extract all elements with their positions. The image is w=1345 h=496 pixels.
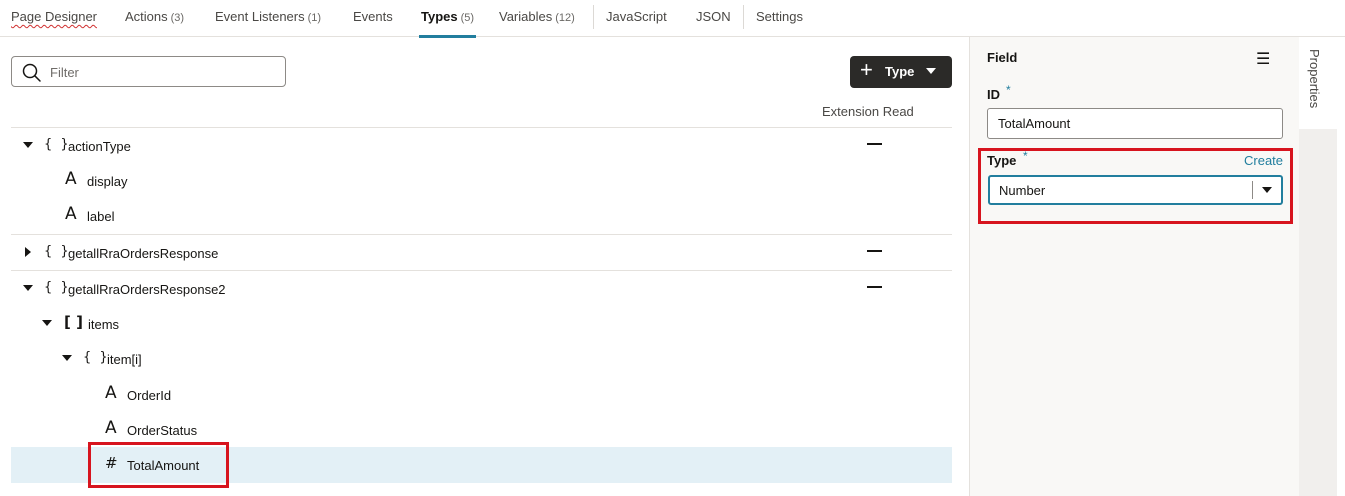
add-type-button[interactable]: + Type (850, 56, 952, 88)
extension-read-indicator (867, 143, 882, 145)
string-type-icon: A (65, 169, 77, 189)
object-type-icon: { } (44, 244, 71, 259)
tab-count: (12) (555, 12, 575, 24)
tree-item-label: OrderStatus (127, 423, 198, 438)
search-icon (22, 63, 41, 82)
number-type-icon: # (105, 454, 118, 472)
tree-row[interactable]: { } getallRraOrdersResponse2 (11, 270, 952, 306)
create-type-link[interactable]: Create (1244, 153, 1283, 168)
tab-label: Types (421, 9, 458, 24)
tree-row[interactable]: A OrderStatus (11, 412, 952, 448)
tree-row[interactable]: { } getallRraOrdersResponse (11, 234, 952, 270)
tab-actions[interactable]: Actions (3) (125, 9, 184, 24)
tab-json[interactable]: JSON (696, 9, 731, 24)
tree-item-label: getallRraOrdersResponse (68, 246, 219, 261)
tree-row[interactable]: A label (11, 198, 952, 234)
required-marker: * (1006, 83, 1011, 97)
tab-label: JSON (696, 9, 731, 24)
tree-item-label: item[i] (107, 352, 142, 367)
string-type-icon: A (105, 383, 117, 403)
designer-tab-bar: Page Designer Actions (3) Event Listeners… (0, 0, 1345, 38)
properties-panel: Field ☰ ID * Type * Create Number (969, 37, 1299, 496)
tab-label: Page Designer (11, 9, 97, 24)
collapse-toggle-icon[interactable] (23, 285, 33, 291)
tab-divider (743, 5, 744, 29)
tree-row[interactable]: A display (11, 163, 952, 199)
type-label: Type (987, 153, 1017, 168)
tab-count: (1) (307, 12, 322, 24)
object-type-icon: { } (44, 280, 71, 295)
collapse-toggle-icon[interactable] (42, 320, 52, 326)
object-type-icon: { } (44, 137, 71, 152)
tree-item-label: items (88, 317, 120, 332)
tab-events[interactable]: Events (353, 9, 393, 24)
tab-divider (593, 5, 594, 29)
hamburger-menu-icon[interactable]: ☰ (1256, 49, 1270, 69)
tab-settings[interactable]: Settings (756, 9, 803, 24)
tab-label: Events (353, 9, 393, 24)
tab-label: Variables (499, 9, 553, 24)
expand-toggle-icon[interactable] (25, 247, 31, 257)
tab-count: (3) (170, 12, 185, 24)
string-type-icon: A (65, 204, 77, 224)
filter-input[interactable] (50, 62, 275, 82)
panel-title: Field (987, 50, 1018, 65)
tree-row[interactable]: A OrderId (11, 377, 952, 413)
object-type-icon: { } (83, 350, 110, 365)
tab-count: (5) (460, 12, 475, 24)
array-type-icon: [ ] (64, 313, 83, 331)
extension-read-indicator (867, 286, 882, 288)
tab-types[interactable]: Types (5) (418, 9, 477, 38)
select-divider (1252, 181, 1253, 199)
side-tab-label: Properties (1307, 49, 1322, 109)
tree-row[interactable]: { } actionType (11, 127, 952, 163)
tab-event-listeners[interactable]: Event Listeners (1) (215, 9, 321, 24)
tree-item-label: getallRraOrdersResponse2 (68, 282, 226, 297)
id-input[interactable] (987, 108, 1283, 139)
tree-item-label: display (87, 174, 128, 189)
tree-row[interactable]: { } item[i] (11, 341, 952, 377)
string-type-icon: A (105, 418, 117, 438)
tree-row-selected[interactable]: # TotalAmount (11, 447, 952, 483)
filter-field[interactable] (11, 56, 286, 87)
tree-item-label: TotalAmount (127, 458, 200, 473)
column-header-extension-read: Extension Read (822, 104, 914, 119)
tree-item-label: actionType (68, 139, 131, 154)
plus-icon: + (860, 57, 873, 82)
type-select[interactable]: Number (988, 175, 1283, 205)
collapse-toggle-icon[interactable] (23, 142, 33, 148)
tab-label: JavaScript (606, 9, 667, 24)
chevron-down-icon[interactable] (1262, 187, 1272, 193)
tab-label: Event Listeners (215, 9, 305, 24)
extension-read-indicator (867, 250, 882, 252)
type-select-value: Number (999, 183, 1046, 198)
required-marker: * (1023, 149, 1028, 163)
tree-item-label: OrderId (127, 388, 172, 403)
collapse-toggle-icon[interactable] (62, 355, 72, 361)
tab-page-designer[interactable]: Page Designer (11, 9, 97, 24)
tab-variables[interactable]: Variables (12) (499, 9, 575, 24)
tab-label: Actions (125, 9, 168, 24)
add-type-label: Type (885, 64, 915, 79)
side-tab-strip: Properties (1299, 37, 1337, 496)
tree-row[interactable]: [ ] items (11, 306, 952, 342)
tree-item-label: label (87, 209, 115, 224)
tab-javascript[interactable]: JavaScript (606, 9, 667, 24)
tab-properties[interactable]: Properties (1299, 37, 1337, 129)
id-label: ID (987, 87, 1000, 102)
chevron-down-icon (926, 68, 936, 74)
tab-label: Settings (756, 9, 803, 24)
